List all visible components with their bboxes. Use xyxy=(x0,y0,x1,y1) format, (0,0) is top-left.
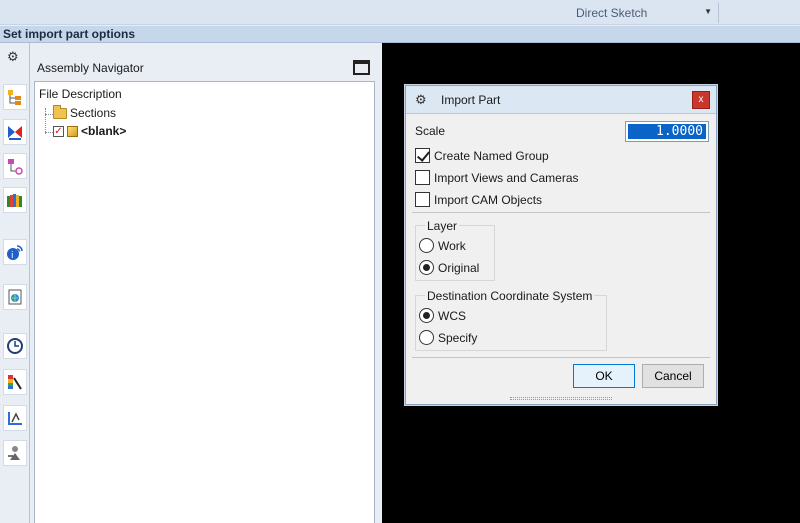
scale-label: Scale xyxy=(415,124,446,138)
process-studio-icon[interactable] xyxy=(3,405,27,431)
folder-icon xyxy=(53,104,67,119)
constraint-navigator-icon[interactable] xyxy=(3,119,27,145)
part-icon xyxy=(67,125,78,137)
reuse-library-icon[interactable] xyxy=(3,187,27,213)
sketch-mode-dropdown[interactable]: Direct Sketch ▼ xyxy=(560,3,719,23)
dialog-divider xyxy=(412,212,710,213)
column-header-file-description[interactable]: File Description xyxy=(39,87,122,101)
svg-text:i: i xyxy=(11,251,14,261)
radio-label: WCS xyxy=(438,308,466,323)
destination-cs-legend: Destination Coordinate System xyxy=(425,289,595,303)
import-views-cameras-checkbox[interactable]: Import Views and Cameras xyxy=(415,170,579,185)
tree-connector xyxy=(45,132,53,133)
checkbox-unchecked[interactable] xyxy=(415,170,430,185)
resource-bar-settings-icon[interactable]: ⚙ xyxy=(7,49,19,65)
tree-connector xyxy=(45,114,53,115)
checkbox-label: Import Views and Cameras xyxy=(434,170,579,185)
checkbox-label: Import CAM Objects xyxy=(434,192,543,207)
checkbox-unchecked[interactable] xyxy=(415,192,430,207)
import-part-dialog: ⚙ Import Part x Scale 1.0000 Create Name… xyxy=(405,85,717,405)
radio-button[interactable] xyxy=(419,330,434,345)
web-browser-icon[interactable] xyxy=(3,284,27,310)
dialog-title-bar[interactable]: ⚙ Import Part x xyxy=(406,86,716,114)
scale-value: 1.0000 xyxy=(628,124,706,139)
dialog-divider xyxy=(412,357,710,358)
create-named-group-checkbox[interactable]: Create Named Group xyxy=(415,148,549,163)
maximize-panel-icon[interactable] xyxy=(353,60,370,75)
part-navigator-icon[interactable] xyxy=(3,153,27,179)
cancel-button[interactable]: Cancel xyxy=(642,364,704,388)
resource-bar: ⚙ i xyxy=(0,43,30,523)
cue-text: Set import part options xyxy=(3,27,135,41)
cue-line: Set import part options xyxy=(0,25,800,43)
tree-item-sections[interactable]: Sections xyxy=(53,104,117,120)
toolbar-separator xyxy=(718,3,719,23)
navigator-tree[interactable]: File Description Sections ✓ <blank> xyxy=(34,81,375,523)
import-cam-objects-checkbox[interactable]: Import CAM Objects xyxy=(415,192,542,207)
radio-button[interactable] xyxy=(419,238,434,253)
layer-group-legend: Layer xyxy=(425,219,460,233)
checkbox-label: Create Named Group xyxy=(434,148,549,163)
checkbox-checked[interactable] xyxy=(415,148,430,163)
dialog-resize-grip[interactable] xyxy=(510,397,612,400)
hd3d-tools-icon[interactable]: i xyxy=(3,239,27,265)
sketch-mode-label: Direct Sketch xyxy=(576,6,648,20)
top-toolbar: Direct Sketch ▼ xyxy=(0,0,800,25)
radio-label: Specify xyxy=(438,330,478,345)
assembly-navigator-panel: Assembly Navigator File Description Sect… xyxy=(30,43,382,523)
dest-cs-specify-radio[interactable]: Specify xyxy=(419,330,477,345)
tree-item-label: Sections xyxy=(70,106,117,120)
dialog-settings-gear-icon[interactable]: ⚙ xyxy=(415,92,427,108)
dialog-title: Import Part xyxy=(441,93,501,107)
radio-button-selected[interactable] xyxy=(419,308,434,323)
navigator-title: Assembly Navigator xyxy=(37,61,144,75)
assembly-navigator-icon[interactable] xyxy=(3,84,27,110)
radio-button-selected[interactable] xyxy=(419,260,434,275)
chevron-down-icon: ▼ xyxy=(704,7,712,16)
tree-connector xyxy=(45,108,46,134)
layer-group: Layer Work Original xyxy=(415,219,495,281)
checkbox-red-check-icon[interactable]: ✓ xyxy=(53,125,64,137)
close-button[interactable]: x xyxy=(692,91,710,109)
history-icon[interactable] xyxy=(3,333,27,359)
layer-work-radio[interactable]: Work xyxy=(419,238,466,253)
scale-input[interactable]: 1.0000 xyxy=(625,121,709,142)
visualization-icon[interactable] xyxy=(3,369,27,395)
tree-item-blank-part[interactable]: ✓ <blank> xyxy=(53,124,126,138)
roles-icon[interactable] xyxy=(3,440,27,466)
dest-cs-wcs-radio[interactable]: WCS xyxy=(419,308,466,323)
radio-label: Work xyxy=(438,238,466,253)
layer-original-radio[interactable]: Original xyxy=(419,260,479,275)
radio-label: Original xyxy=(438,260,480,275)
destination-coordinate-system-group: Destination Coordinate System WCS Specif… xyxy=(415,289,607,351)
tree-item-label: <blank> xyxy=(81,124,127,138)
ok-button[interactable]: OK xyxy=(573,364,635,388)
